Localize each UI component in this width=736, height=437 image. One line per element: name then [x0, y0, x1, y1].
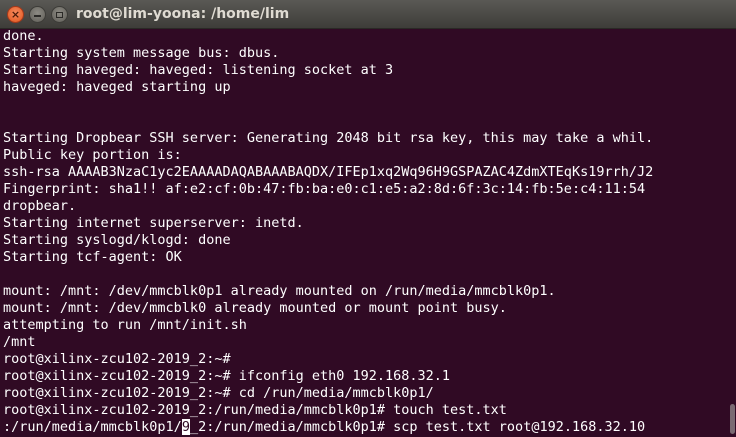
- close-button[interactable]: ×: [7, 6, 24, 23]
- terminal-window: × root@lim-yoona: /home/lim done. Startin…: [0, 0, 736, 437]
- terminal-line: Starting haveged: haveged: listening soc…: [3, 62, 394, 78]
- terminal-line: root@xilinx-zcu102-2019_2:/run/media/mmc…: [3, 402, 507, 418]
- terminal-line: /mnt: [3, 334, 36, 350]
- terminal-line: Starting syslogd/klogd: done: [3, 232, 231, 248]
- minimize-icon: [34, 14, 41, 17]
- terminal-line: done.: [3, 29, 44, 44]
- scrollbar-thumb[interactable]: [730, 404, 735, 434]
- terminal-line: Public key portion is:: [3, 147, 182, 163]
- terminal-line: mount: /mnt: /dev/mmcblk0 already mounte…: [3, 300, 507, 316]
- terminal-line: Starting tcf-agent: OK: [3, 249, 182, 265]
- text-cursor: 9: [181, 419, 190, 435]
- terminal-output[interactable]: done. Starting system message bus: dbus. S…: [0, 29, 728, 437]
- title-bar[interactable]: × root@lim-yoona: /home/lim: [0, 0, 736, 29]
- terminal-line: Fingerprint: sha1!! af:e2:cf:0b:47:fb:ba…: [3, 181, 646, 197]
- terminal-line: Starting system message bus: dbus.: [3, 45, 280, 61]
- terminal-line: haveged: haveged starting up: [3, 79, 231, 95]
- terminal-line: root@xilinx-zcu102-2019_2:~#: [3, 351, 231, 367]
- terminal-line: root@xilinx-zcu102-2019_2:~# ifconfig et…: [3, 368, 451, 384]
- maximize-button[interactable]: [51, 6, 68, 23]
- window-title: root@lim-yoona: /home/lim: [76, 6, 290, 22]
- terminal-current-line: :/run/media/mmcblk0p1/9_2:/run/media/mmc…: [3, 419, 645, 436]
- terminal-line: mount: /mnt: /dev/mmcblk0p1 already moun…: [3, 283, 556, 299]
- close-icon: ×: [10, 8, 21, 21]
- terminal-line: Starting Dropbear SSH server: Generating…: [3, 130, 654, 146]
- terminal-line: root@xilinx-zcu102-2019_2:~# cd /run/med…: [3, 385, 434, 401]
- terminal-line: ssh-rsa AAAAB3NzaC1yc2EAAAADAQABAAABAQDX…: [3, 164, 654, 180]
- line-text-after-cursor: _2:/run/media/mmcblk0p1# scp test.txt ro…: [189, 419, 646, 435]
- scrollbar[interactable]: [728, 29, 736, 437]
- line-text-before-cursor: :/run/media/mmcblk0p1/: [3, 419, 182, 435]
- terminal-line: dropbear.: [3, 198, 77, 214]
- terminal-line: Starting internet superserver: inetd.: [3, 215, 304, 231]
- terminal-line: attempting to run /mnt/init.sh: [3, 317, 247, 333]
- minimize-button[interactable]: [29, 6, 46, 23]
- maximize-icon: [56, 11, 63, 18]
